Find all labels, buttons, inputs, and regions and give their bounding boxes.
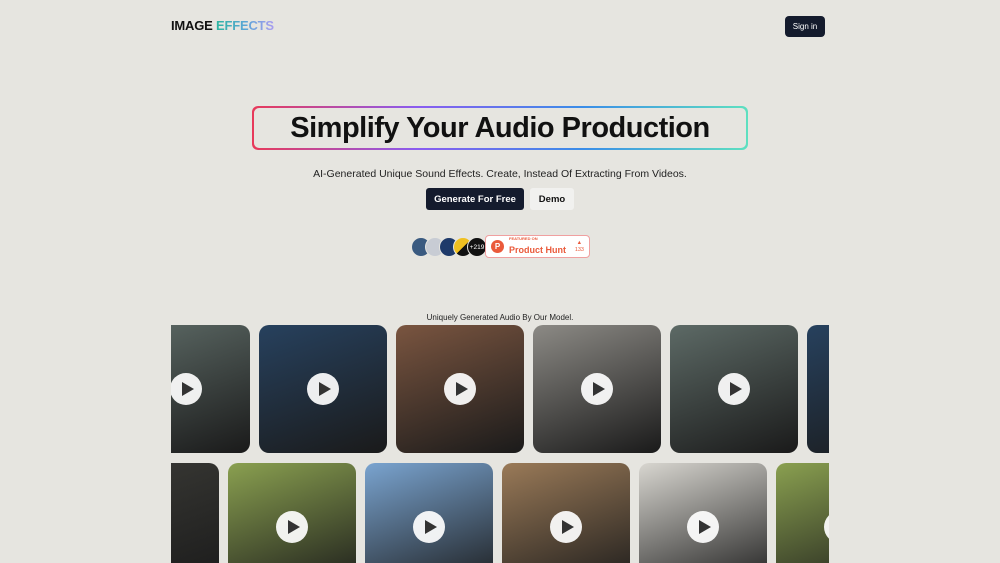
product-hunt-badge[interactable]: P FEATURED ON Product Hunt ▲ 133	[485, 235, 590, 258]
hero-title: Simplify Your Audio Production	[254, 108, 746, 148]
audio-card-wall-clock[interactable]	[639, 463, 767, 563]
ph-votes: 133	[574, 246, 584, 253]
play-icon[interactable]	[824, 511, 829, 543]
audio-card-restaurant-robot[interactable]	[502, 463, 630, 563]
play-icon[interactable]	[171, 373, 202, 405]
audio-card-kitten-in-grass[interactable]	[228, 463, 356, 563]
audio-card-horse-rider[interactable]	[365, 463, 493, 563]
ph-name: Product Hunt	[509, 244, 566, 255]
audio-card-mma-fight[interactable]	[533, 325, 661, 453]
gallery-caption: Uniquely Generated Audio By Our Model.	[426, 313, 574, 322]
audio-card-fireplace-cabin[interactable]	[396, 325, 524, 453]
demo-button[interactable]: Demo	[530, 188, 574, 210]
product-hunt-icon: P	[491, 240, 504, 253]
play-icon[interactable]	[413, 511, 445, 543]
play-icon[interactable]	[444, 373, 476, 405]
audio-card-house-at-night[interactable]	[259, 325, 387, 453]
generate-button[interactable]: Generate For Free	[426, 188, 524, 210]
hero-subtitle: AI-Generated Unique Sound Effects. Creat…	[313, 168, 687, 180]
sign-in-button[interactable]: Sign in	[785, 16, 825, 37]
audio-card-car-on-road[interactable]	[670, 325, 798, 453]
audio-gallery	[171, 325, 829, 563]
play-icon[interactable]	[550, 511, 582, 543]
audio-card-wall-clock[interactable]	[171, 463, 219, 563]
play-icon[interactable]	[687, 511, 719, 543]
audio-card-kitten-in-grass[interactable]	[776, 463, 829, 563]
play-icon[interactable]	[276, 511, 308, 543]
logo-text: IMAGE	[171, 18, 213, 33]
play-icon[interactable]	[581, 373, 613, 405]
audio-card-house-at-night[interactable]	[807, 325, 829, 453]
upvote-icon: ▲	[576, 239, 583, 246]
play-icon[interactable]	[718, 373, 750, 405]
ph-featured: FEATURED ON	[509, 235, 538, 241]
logo[interactable]: IMAGE EFFECTS	[171, 18, 274, 33]
play-icon[interactable]	[307, 373, 339, 405]
user-avatars: +219	[411, 237, 487, 257]
avatar-count: +219	[467, 237, 487, 257]
audio-card-car-on-road[interactable]	[171, 325, 250, 453]
hero-title-frame: Simplify Your Audio Production	[252, 106, 748, 150]
logo-accent: EFFECTS	[216, 18, 274, 33]
